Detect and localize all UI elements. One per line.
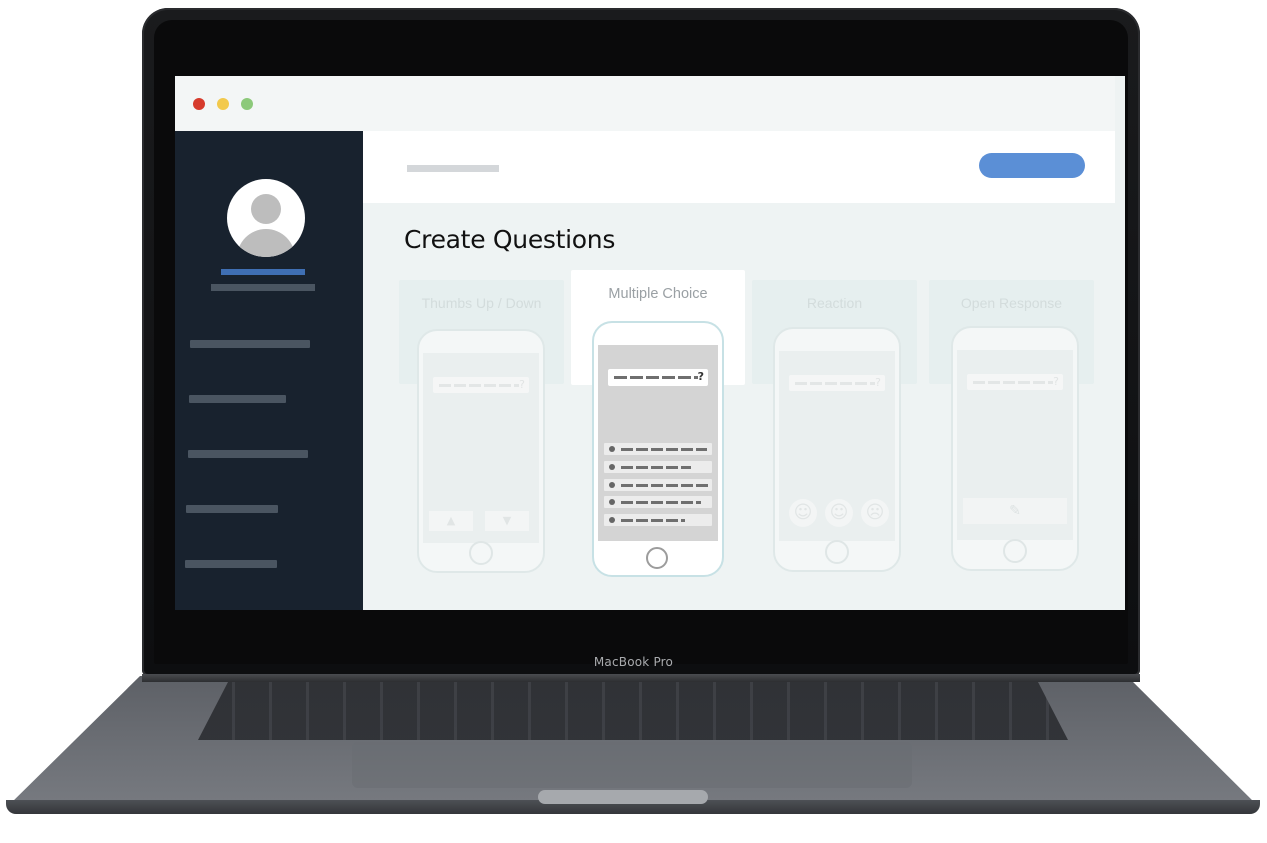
thumbs-down-icon[interactable]: ▼ <box>485 511 529 531</box>
home-button-icon <box>469 541 493 565</box>
breadcrumb-placeholder <box>407 165 499 172</box>
sidebar <box>175 131 363 610</box>
question-type-label: Thumbs Up / Down <box>421 295 542 311</box>
primary-action-button[interactable] <box>979 153 1085 178</box>
laptop-keyboard <box>198 682 1068 740</box>
question-mark: ? <box>519 378 525 391</box>
choice-option-4[interactable] <box>604 496 712 508</box>
question-type-label: Multiple Choice <box>608 286 708 302</box>
sidebar-nav-item-5[interactable] <box>185 560 277 568</box>
window-titlebar <box>175 76 1115 131</box>
choice-option-1[interactable] <box>604 443 712 455</box>
window-close-button[interactable] <box>193 98 205 110</box>
question-mark: ? <box>875 376 881 389</box>
laptop-notch <box>538 790 708 804</box>
sidebar-nav-item-1[interactable] <box>190 340 310 348</box>
surprised-icon[interactable]: ☺ <box>825 499 853 527</box>
laptop-hinge <box>142 674 1140 682</box>
phone-preview-reaction: ? ☺ ☺ ☹ <box>773 327 901 572</box>
question-placeholder: ? <box>967 374 1063 390</box>
smile-icon[interactable]: ☺ <box>789 499 817 527</box>
phone-preview-multiple-choice: ? <box>592 321 724 577</box>
question-type-label: Reaction <box>806 295 863 311</box>
pencil-icon[interactable]: ✎ <box>963 498 1067 524</box>
user-name-placeholder <box>221 269 305 275</box>
question-mark: ? <box>697 370 704 383</box>
window-minimize-button[interactable] <box>217 98 229 110</box>
choice-option-2[interactable] <box>604 461 712 473</box>
home-button-icon <box>1003 539 1027 563</box>
question-mark: ? <box>1053 375 1059 388</box>
window-maximize-button[interactable] <box>241 98 253 110</box>
choice-option-5[interactable] <box>604 514 712 526</box>
question-placeholder: ? <box>433 377 529 393</box>
thumbs-up-icon[interactable]: ▲ <box>429 511 473 531</box>
phone-preview-open-response: ? ✎ <box>951 326 1079 571</box>
home-button-icon <box>646 547 668 569</box>
home-button-icon <box>825 540 849 564</box>
device-brand-label: MacBook Pro <box>593 655 674 669</box>
user-avatar-icon[interactable] <box>227 179 305 257</box>
top-bar <box>363 131 1115 203</box>
sidebar-nav-item-4[interactable] <box>186 505 278 513</box>
choice-option-3[interactable] <box>604 479 712 491</box>
phone-preview-thumbs: ? ▲ ▼ <box>417 329 545 573</box>
question-placeholder: ? <box>608 369 708 386</box>
user-role-placeholder <box>211 284 315 291</box>
question-type-label: Open Response <box>960 295 1063 311</box>
frown-icon[interactable]: ☹ <box>861 499 889 527</box>
laptop-trackpad <box>352 742 912 788</box>
question-placeholder: ? <box>789 375 885 391</box>
page-title: Create Questions <box>404 225 616 254</box>
sidebar-nav-item-2[interactable] <box>189 395 286 403</box>
app-window: Create Questions Thumbs Up / Down Multip… <box>175 76 1125 610</box>
main-content: Create Questions Thumbs Up / Down Multip… <box>363 131 1125 610</box>
sidebar-nav-item-3[interactable] <box>188 450 308 458</box>
